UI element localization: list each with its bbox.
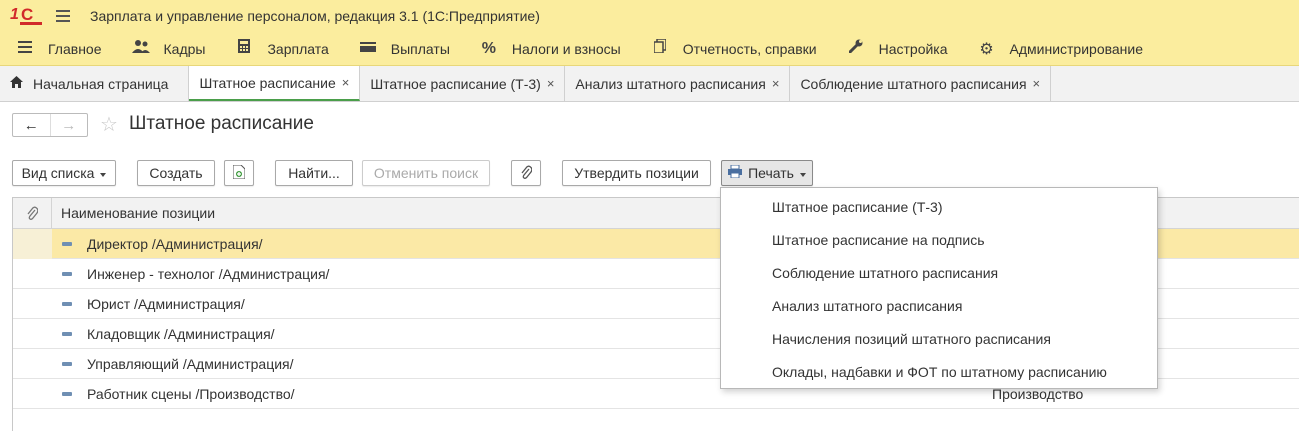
section-hr[interactable]: Кадры — [116, 32, 220, 66]
main-menu-icon[interactable] — [56, 10, 70, 22]
chevron-down-icon — [799, 172, 806, 177]
tab-staffing-compliance[interactable]: Соблюдение штатного расписания × — [790, 66, 1052, 101]
page-title: Штатное расписание — [129, 113, 314, 134]
print-button[interactable]: Печать — [721, 160, 813, 186]
section-administration[interactable]: ⚙ Администрирование — [962, 32, 1158, 66]
gear-icon: ⚙ — [979, 40, 994, 58]
tab-staffing-analysis[interactable]: Анализ штатного расписания × — [565, 66, 791, 101]
print-dropdown-menu: Штатное расписание (Т-3) Штатное расписа… — [720, 187, 1158, 389]
view-list-button[interactable]: Вид списка — [12, 160, 116, 186]
section-taxes[interactable]: % Налоги и взносы — [464, 32, 635, 66]
favorite-star-icon[interactable]: ☆ — [100, 112, 118, 137]
position-icon — [62, 361, 72, 366]
chevron-down-icon — [100, 172, 107, 177]
position-icon — [62, 301, 72, 306]
column-header-name[interactable]: Наименование позиции — [52, 205, 215, 221]
people-icon — [130, 39, 152, 58]
calculator-icon — [233, 39, 255, 58]
tab-staffing-schedule[interactable]: Штатное расписание × — [189, 66, 361, 101]
printer-icon — [728, 164, 743, 181]
percent-icon: % — [481, 39, 496, 57]
reports-icon — [649, 38, 671, 58]
close-icon[interactable]: × — [342, 75, 350, 90]
find-button[interactable]: Найти... — [275, 160, 353, 186]
1c-logo-icon[interactable]: 1 С — [10, 5, 42, 26]
close-icon[interactable]: × — [772, 76, 780, 91]
close-icon[interactable]: × — [547, 76, 555, 91]
window-title: Зарплата и управление персоналом, редакц… — [90, 8, 540, 24]
menu-icon — [14, 40, 36, 58]
create-copy-button[interactable] — [224, 160, 254, 186]
close-icon[interactable]: × — [1033, 76, 1041, 91]
position-icon — [62, 241, 72, 246]
menu-item-print-t3[interactable]: Штатное расписание (Т-3) — [721, 190, 1157, 223]
menu-item-print-compliance[interactable]: Соблюдение штатного расписания — [721, 256, 1157, 289]
wallet-icon — [357, 40, 379, 58]
menu-item-print-for-signature[interactable]: Штатное расписание на подпись — [721, 223, 1157, 256]
navigation-buttons: ← → — [12, 113, 88, 137]
home-icon — [10, 76, 23, 91]
create-button[interactable]: Создать — [137, 160, 215, 186]
menu-item-print-salaries-fot[interactable]: Оклады, надбавки и ФОТ по штатному распи… — [721, 355, 1157, 388]
tab-staffing-schedule-t3[interactable]: Штатное расписание (Т-3) × — [360, 66, 566, 101]
section-settings[interactable]: Настройка — [831, 32, 962, 66]
attachments-button[interactable] — [511, 160, 541, 186]
paperclip-icon — [520, 165, 533, 182]
sections-panel: Главное Кадры Зарплата Выплаты % Налоги … — [0, 32, 1299, 66]
cancel-search-button[interactable]: Отменить поиск — [362, 160, 490, 186]
title-bar: 1 С Зарплата и управление персоналом, ре… — [0, 0, 1299, 32]
position-icon — [62, 391, 72, 396]
section-reports[interactable]: Отчетность, справки — [635, 32, 831, 66]
document-add-icon — [232, 164, 246, 182]
paperclip-icon — [13, 197, 52, 229]
section-salary[interactable]: Зарплата — [219, 32, 342, 66]
section-main[interactable]: Главное — [0, 32, 116, 66]
position-icon — [62, 271, 72, 276]
position-icon — [62, 331, 72, 336]
approve-positions-button[interactable]: Утвердить позиции — [562, 160, 711, 186]
menu-item-print-analysis[interactable]: Анализ штатного расписания — [721, 289, 1157, 322]
menu-item-print-accruals[interactable]: Начисления позиций штатного расписания — [721, 322, 1157, 355]
tab-home[interactable]: Начальная страница — [0, 66, 190, 101]
forward-arrow-icon[interactable]: → — [49, 114, 88, 136]
open-windows-tabs: Начальная страница Штатное расписание × … — [0, 66, 1299, 102]
wrench-icon — [845, 39, 867, 58]
back-arrow-icon[interactable]: ← — [13, 114, 50, 136]
section-payments[interactable]: Выплаты — [343, 32, 464, 66]
